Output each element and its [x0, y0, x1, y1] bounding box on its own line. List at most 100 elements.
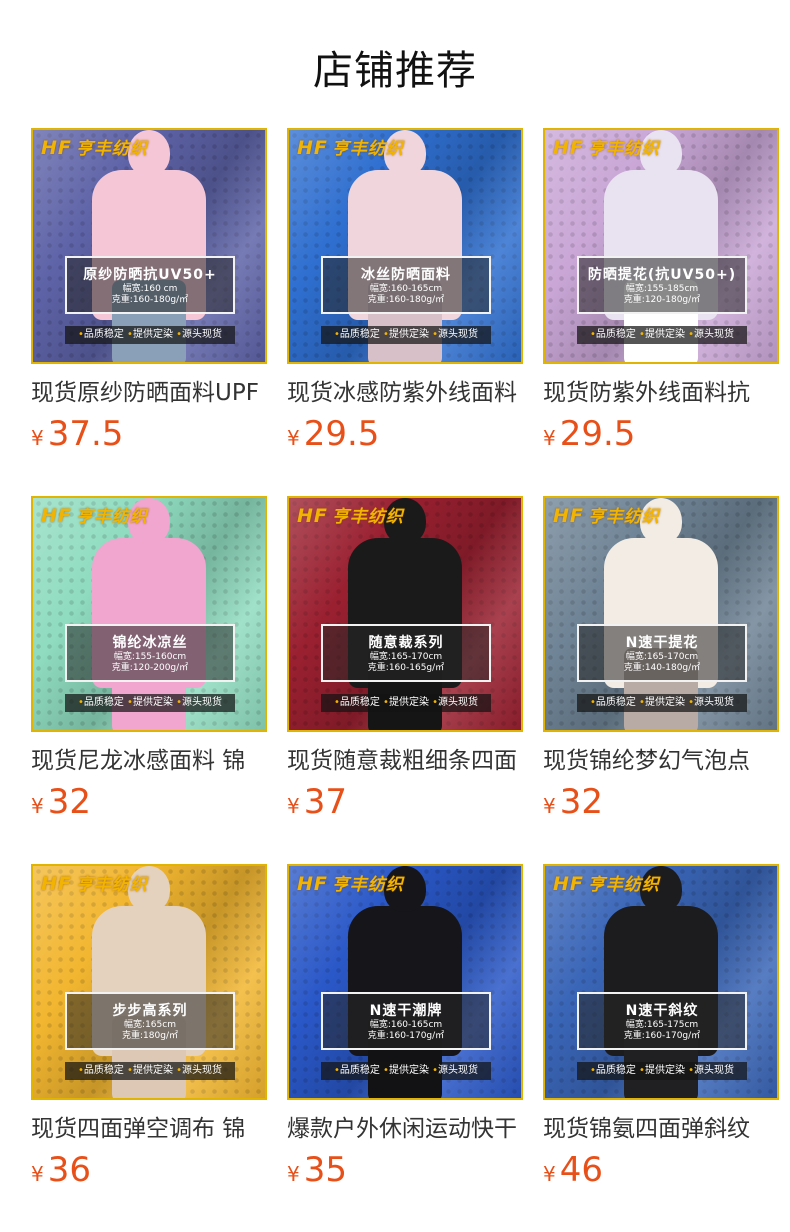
feature-tags: •品质稳定 •提供定染 •源头现货 — [321, 326, 491, 344]
product-title[interactable]: 爆款户外休闲运动快干 — [287, 1112, 523, 1146]
product-card[interactable]: HF 亨丰纺织 N速干斜纹 幅宽:165-175cm 克重:160-170g/㎡ … — [543, 864, 779, 1196]
brand-logo: HF 亨丰纺织 — [553, 137, 660, 159]
spec-width: 幅宽:165-170cm — [625, 652, 699, 662]
spec-width: 幅宽:155-160cm — [113, 652, 187, 662]
price-value: 37.5 — [47, 414, 124, 454]
price-value: 37 — [303, 782, 347, 822]
spec-badge: 锦纶冰凉丝 幅宽:155-160cm 克重:120-200g/㎡ — [65, 624, 235, 682]
spec-width: 幅宽:160 cm — [122, 284, 178, 294]
product-image[interactable]: HF 亨丰纺织 原纱防晒抗UV50+ 幅宽:160 cm 克重:160-180g/… — [31, 128, 267, 364]
spec-width: 幅宽:165-170cm — [369, 652, 443, 662]
product-price: ¥37 — [287, 782, 523, 828]
product-title[interactable]: 现货尼龙冰感面料 锦 — [31, 744, 267, 778]
product-card[interactable]: HF 亨丰纺织 N速干提花 幅宽:165-170cm 克重:140-180g/㎡ … — [543, 496, 779, 828]
product-price: ¥29.5 — [287, 414, 523, 460]
spec-weight: 克重:160-180g/㎡ — [367, 295, 445, 305]
price-value: 32 — [559, 782, 603, 822]
tag: 品质稳定 — [595, 329, 636, 340]
product-title[interactable]: 现货防紫外线面料抗 — [543, 376, 779, 410]
badge-name: 防晒提花(抗UV50+) — [587, 267, 737, 283]
spec-weight: 克重:160-180g/㎡ — [111, 295, 189, 305]
currency-symbol: ¥ — [543, 794, 556, 818]
product-title[interactable]: 现货四面弹空调布 锦 — [31, 1112, 267, 1146]
price-value: 36 — [47, 1150, 91, 1190]
brand-logo: HF 亨丰纺织 — [297, 505, 404, 527]
product-image[interactable]: HF 亨丰纺织 N速干提花 幅宽:165-170cm 克重:140-180g/㎡ … — [543, 496, 779, 732]
tag: 源头现货 — [182, 329, 223, 340]
section-title: 店铺推荐 — [313, 48, 477, 94]
spec-weight: 克重:140-180g/㎡ — [623, 663, 701, 673]
spec-badge: N速干斜纹 幅宽:165-175cm 克重:160-170g/㎡ — [577, 992, 747, 1050]
brand-logo: HF 亨丰纺织 — [41, 873, 148, 895]
badge-name: N速干提花 — [625, 635, 699, 651]
currency-symbol: ¥ — [31, 426, 44, 450]
product-image[interactable]: HF 亨丰纺织 步步高系列 幅宽:165cm 克重:180g/㎡ •品质稳定 •提… — [31, 864, 267, 1100]
brand-logo: HF 亨丰纺织 — [553, 505, 660, 527]
brand-logo: HF 亨丰纺织 — [41, 137, 148, 159]
spec-width: 幅宽:155-185cm — [625, 284, 699, 294]
tag: 源头现货 — [182, 697, 223, 708]
price-value: 29.5 — [303, 414, 380, 454]
badge-name: 随意裁系列 — [368, 635, 444, 651]
product-card[interactable]: HF 亨丰纺织 防晒提花(抗UV50+) 幅宽:155-185cm 克重:120-… — [543, 128, 779, 460]
tag: 品质稳定 — [83, 329, 124, 340]
spec-weight: 克重:120-180g/㎡ — [623, 295, 701, 305]
product-card[interactable]: HF 亨丰纺织 步步高系列 幅宽:165cm 克重:180g/㎡ •品质稳定 •提… — [31, 864, 267, 1196]
tag: 提供定染 — [388, 697, 429, 708]
feature-tags: •品质稳定 •提供定染 •源头现货 — [65, 326, 235, 344]
tag: 源头现货 — [694, 329, 735, 340]
product-image[interactable]: HF 亨丰纺织 锦纶冰凉丝 幅宽:155-160cm 克重:120-200g/㎡ … — [31, 496, 267, 732]
product-price: ¥29.5 — [543, 414, 779, 460]
tag: 提供定染 — [388, 329, 429, 340]
product-title[interactable]: 现货原纱防晒面料UPF — [31, 376, 267, 410]
tag: 品质稳定 — [595, 697, 636, 708]
badge-name: 步步高系列 — [112, 1003, 188, 1019]
spec-badge: 冰丝防晒面料 幅宽:160-165cm 克重:160-180g/㎡ — [321, 256, 491, 314]
product-image[interactable]: HF 亨丰纺织 冰丝防晒面料 幅宽:160-165cm 克重:160-180g/㎡… — [287, 128, 523, 364]
tag: 提供定染 — [132, 697, 173, 708]
badge-name: N速干潮牌 — [369, 1003, 443, 1019]
price-value: 46 — [559, 1150, 603, 1190]
tag: 品质稳定 — [83, 697, 124, 708]
tag: 源头现货 — [438, 697, 479, 708]
product-title[interactable]: 现货随意裁粗细条四面 — [287, 744, 523, 778]
product-price: ¥32 — [543, 782, 779, 828]
spec-width: 幅宽:165-175cm — [625, 1020, 699, 1030]
product-image[interactable]: HF 亨丰纺织 防晒提花(抗UV50+) 幅宽:155-185cm 克重:120-… — [543, 128, 779, 364]
spec-weight: 克重:160-170g/㎡ — [623, 1031, 701, 1041]
product-image[interactable]: HF 亨丰纺织 N速干潮牌 幅宽:160-165cm 克重:160-170g/㎡ … — [287, 864, 523, 1100]
currency-symbol: ¥ — [31, 794, 44, 818]
spec-width: 幅宽:160-165cm — [369, 284, 443, 294]
currency-symbol: ¥ — [287, 426, 300, 450]
currency-symbol: ¥ — [287, 1162, 300, 1186]
product-title[interactable]: 现货锦纶梦幻气泡点 — [543, 744, 779, 778]
spec-badge: 原纱防晒抗UV50+ 幅宽:160 cm 克重:160-180g/㎡ — [65, 256, 235, 314]
product-card[interactable]: HF 亨丰纺织 随意裁系列 幅宽:165-170cm 克重:160-165g/㎡ … — [287, 496, 523, 828]
spec-badge: N速干潮牌 幅宽:160-165cm 克重:160-170g/㎡ — [321, 992, 491, 1050]
product-price: ¥36 — [31, 1150, 267, 1196]
product-title[interactable]: 现货冰感防紫外线面料 — [287, 376, 523, 410]
product-price: ¥37.5 — [31, 414, 267, 460]
product-card[interactable]: HF 亨丰纺织 冰丝防晒面料 幅宽:160-165cm 克重:160-180g/㎡… — [287, 128, 523, 460]
badge-name: 原纱防晒抗UV50+ — [83, 267, 217, 283]
feature-tags: •品质稳定 •提供定染 •源头现货 — [321, 694, 491, 712]
product-image[interactable]: HF 亨丰纺织 N速干斜纹 幅宽:165-175cm 克重:160-170g/㎡ … — [543, 864, 779, 1100]
product-card[interactable]: HF 亨丰纺织 N速干潮牌 幅宽:160-165cm 克重:160-170g/㎡ … — [287, 864, 523, 1196]
price-value: 29.5 — [559, 414, 636, 454]
product-card[interactable]: HF 亨丰纺织 锦纶冰凉丝 幅宽:155-160cm 克重:120-200g/㎡ … — [31, 496, 267, 828]
product-card[interactable]: HF 亨丰纺织 原纱防晒抗UV50+ 幅宽:160 cm 克重:160-180g/… — [31, 128, 267, 460]
feature-tags: •品质稳定 •提供定染 •源头现货 — [577, 694, 747, 712]
currency-symbol: ¥ — [543, 426, 556, 450]
product-price: ¥35 — [287, 1150, 523, 1196]
feature-tags: •品质稳定 •提供定染 •源头现货 — [577, 1062, 747, 1080]
price-value: 35 — [303, 1150, 347, 1190]
spec-width: 幅宽:160-165cm — [369, 1020, 443, 1030]
badge-name: N速干斜纹 — [625, 1003, 699, 1019]
tag: 提供定染 — [644, 697, 685, 708]
tag: 提供定染 — [644, 1065, 685, 1076]
spec-badge: N速干提花 幅宽:165-170cm 克重:140-180g/㎡ — [577, 624, 747, 682]
badge-name: 冰丝防晒面料 — [361, 267, 451, 283]
product-title[interactable]: 现货锦氨四面弹斜纹 — [543, 1112, 779, 1146]
tag: 提供定染 — [132, 1065, 173, 1076]
product-image[interactable]: HF 亨丰纺织 随意裁系列 幅宽:165-170cm 克重:160-165g/㎡ … — [287, 496, 523, 732]
